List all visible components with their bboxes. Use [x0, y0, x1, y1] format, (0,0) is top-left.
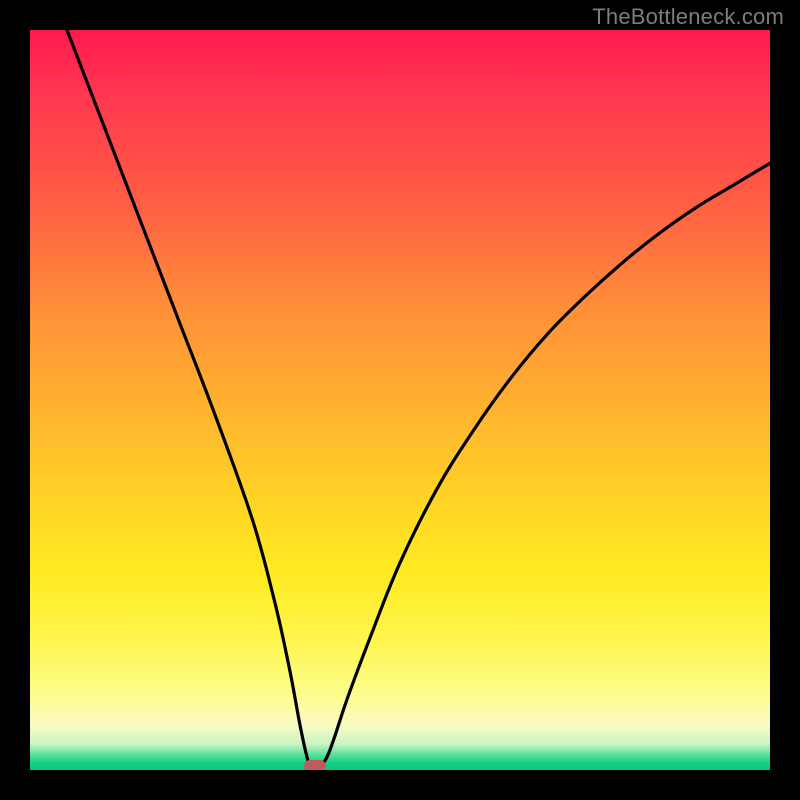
bottleneck-curve [30, 30, 770, 770]
plot-area [30, 30, 770, 770]
minimum-marker [304, 760, 326, 770]
chart-frame: TheBottleneck.com [0, 0, 800, 800]
watermark-text: TheBottleneck.com [592, 4, 784, 30]
